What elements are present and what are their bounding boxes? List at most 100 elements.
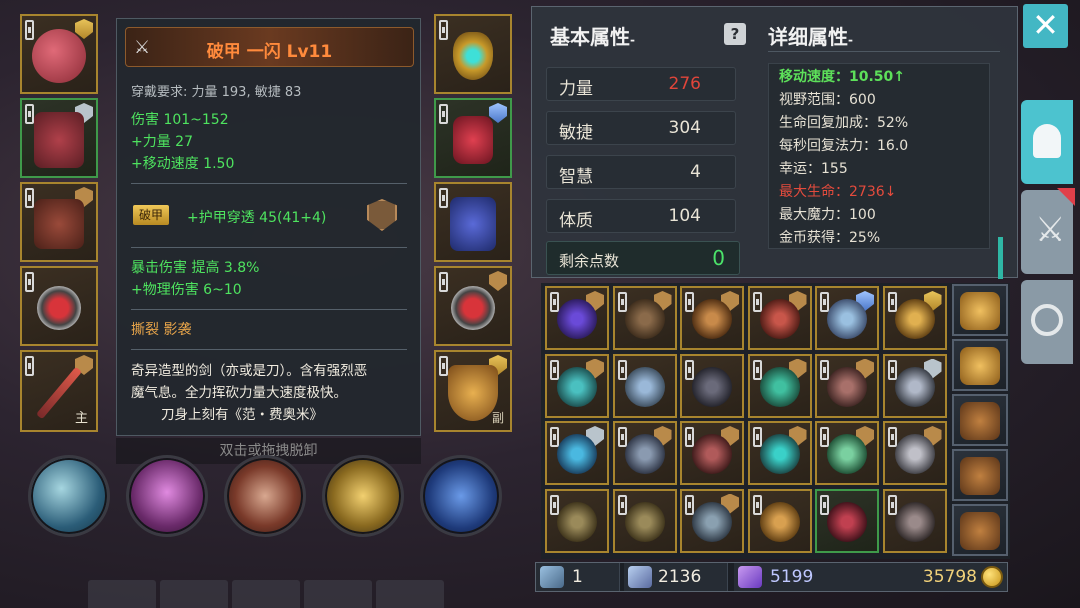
equip-slot-chest[interactable] xyxy=(20,98,98,178)
quickbar-slot[interactable] xyxy=(88,580,156,608)
remaining-points: 剩余点数 0 xyxy=(546,241,740,275)
item-icon xyxy=(759,501,800,542)
item-icon xyxy=(692,366,732,407)
inventory-slot[interactable] xyxy=(815,421,879,485)
divider xyxy=(768,51,1000,52)
backpack-icon xyxy=(960,346,1000,385)
tooltip-header: ⚔ 破甲 一闪 Lv11 xyxy=(125,27,414,67)
armor-break-tag: 破甲 xyxy=(133,205,169,225)
inventory-slot[interactable] xyxy=(747,286,812,350)
item-icon xyxy=(827,366,867,407)
lock-icon xyxy=(25,104,34,124)
inventory-slot[interactable] xyxy=(882,353,947,418)
item-icon xyxy=(894,501,935,542)
equip-slot-boots[interactable] xyxy=(434,182,512,262)
inventory-slot[interactable] xyxy=(545,421,609,485)
tab-skills[interactable]: ⚔ xyxy=(1021,188,1075,274)
inventory-slot[interactable] xyxy=(882,488,947,553)
lock-icon xyxy=(887,292,897,312)
basic-attributes-title[interactable]: 基本属性‐ xyxy=(550,21,635,50)
item-icon xyxy=(624,501,665,542)
inventory-slot[interactable] xyxy=(680,286,744,350)
lock-icon xyxy=(752,292,762,312)
inventory-slot[interactable] xyxy=(815,353,879,418)
inventory-slot[interactable] xyxy=(680,421,744,485)
inventory-slot[interactable] xyxy=(882,421,947,485)
crossed-swords-icon: ⚔ xyxy=(1035,210,1066,250)
equip-slot-belt[interactable] xyxy=(20,182,98,262)
crystal-icon xyxy=(738,566,762,588)
rank-badge-icon xyxy=(489,271,507,291)
ring-icon xyxy=(37,285,81,330)
skill-slash-button[interactable] xyxy=(28,455,110,537)
stat-strength: 力量 276 xyxy=(546,67,736,101)
inventory-slot[interactable] xyxy=(545,488,609,553)
item-icon xyxy=(894,434,935,475)
lock-icon xyxy=(550,427,559,447)
inventory-slot[interactable] xyxy=(747,353,812,418)
soul-gem-icon xyxy=(628,566,652,588)
equip-slot-ring[interactable] xyxy=(20,266,98,346)
tab-settings[interactable] xyxy=(1021,280,1073,364)
lock-icon xyxy=(439,356,448,376)
equip-slot-main-weapon[interactable]: 主 xyxy=(20,350,98,432)
lock-icon xyxy=(550,292,559,312)
inventory-slot[interactable] xyxy=(680,488,744,553)
equip-slot-ring-2[interactable] xyxy=(434,266,512,346)
inventory-slot[interactable] xyxy=(882,286,947,350)
bag-slot[interactable] xyxy=(952,449,1008,501)
item-icon xyxy=(759,434,800,475)
inventory-slot[interactable] xyxy=(612,488,677,553)
inventory-slot[interactable] xyxy=(545,286,609,350)
notification-dot xyxy=(1057,188,1075,206)
detail-attributes-title[interactable]: 详细属性‐ xyxy=(768,21,853,50)
inventory-slot[interactable] xyxy=(747,421,812,485)
help-icon[interactable]: ? xyxy=(724,23,746,45)
quickbar-slot[interactable] xyxy=(160,580,228,608)
crit-damage-text: 暴击伤害 提高 3.8% xyxy=(131,260,260,276)
inventory-slot[interactable] xyxy=(815,286,879,350)
ring-icon xyxy=(451,285,495,330)
bag-slot[interactable] xyxy=(952,284,1008,336)
armor-penetration-text: +护甲穿透 45(41+4) xyxy=(187,210,327,226)
quickbar-slot[interactable] xyxy=(232,580,300,608)
equip-slot-gloves[interactable] xyxy=(434,98,512,178)
inventory-slot[interactable] xyxy=(612,353,677,418)
skill-strike-button[interactable] xyxy=(224,455,306,537)
equip-slot-helmet[interactable] xyxy=(20,14,98,94)
equip-slot-necklace[interactable] xyxy=(434,14,512,94)
divider xyxy=(131,349,407,350)
inventory-slot[interactable] xyxy=(747,488,812,553)
lock-icon xyxy=(752,427,762,447)
skill-tear-button[interactable] xyxy=(126,455,208,537)
skill-shadow-button[interactable] xyxy=(420,455,502,537)
lock-icon xyxy=(617,359,627,380)
bag-slot[interactable] xyxy=(952,504,1008,556)
equip-slot-offhand[interactable]: 副 xyxy=(434,350,512,432)
item-icon xyxy=(557,501,597,542)
inventory-slot[interactable] xyxy=(612,286,677,350)
skill-ring-button[interactable] xyxy=(322,455,404,537)
item-title: 破甲 一闪 Lv11 xyxy=(206,42,333,62)
bag-slot[interactable] xyxy=(952,394,1008,446)
inventory-slot[interactable] xyxy=(680,353,744,418)
detail-scrollbar[interactable] xyxy=(998,237,1003,279)
lock-icon xyxy=(887,427,897,447)
detail-attribute-list[interactable]: 移动速度：10.50↑ 视野范围：600 生命回复加成：52% 每秒回复法力：1… xyxy=(768,63,990,249)
quickbar-slot[interactable] xyxy=(376,580,444,608)
item-icon xyxy=(624,366,665,407)
quickbar-slot[interactable] xyxy=(304,580,372,608)
item-icon xyxy=(759,366,800,407)
item-icon xyxy=(624,434,665,475)
item-icon xyxy=(827,501,867,542)
inventory-slot[interactable] xyxy=(815,488,879,553)
lock-icon xyxy=(685,427,694,447)
currency-bar: 1 2136 5199 35798 xyxy=(535,562,1008,592)
bag-slot[interactable] xyxy=(952,339,1008,391)
close-button[interactable]: ✕ xyxy=(1023,4,1068,48)
stat-wisdom: 智慧 4 xyxy=(546,155,736,189)
inventory-slot[interactable] xyxy=(612,421,677,485)
detail-max-mana: 最大魔力：100 xyxy=(779,207,876,223)
inventory-slot[interactable] xyxy=(545,353,609,418)
tab-equipment[interactable] xyxy=(1021,100,1073,184)
